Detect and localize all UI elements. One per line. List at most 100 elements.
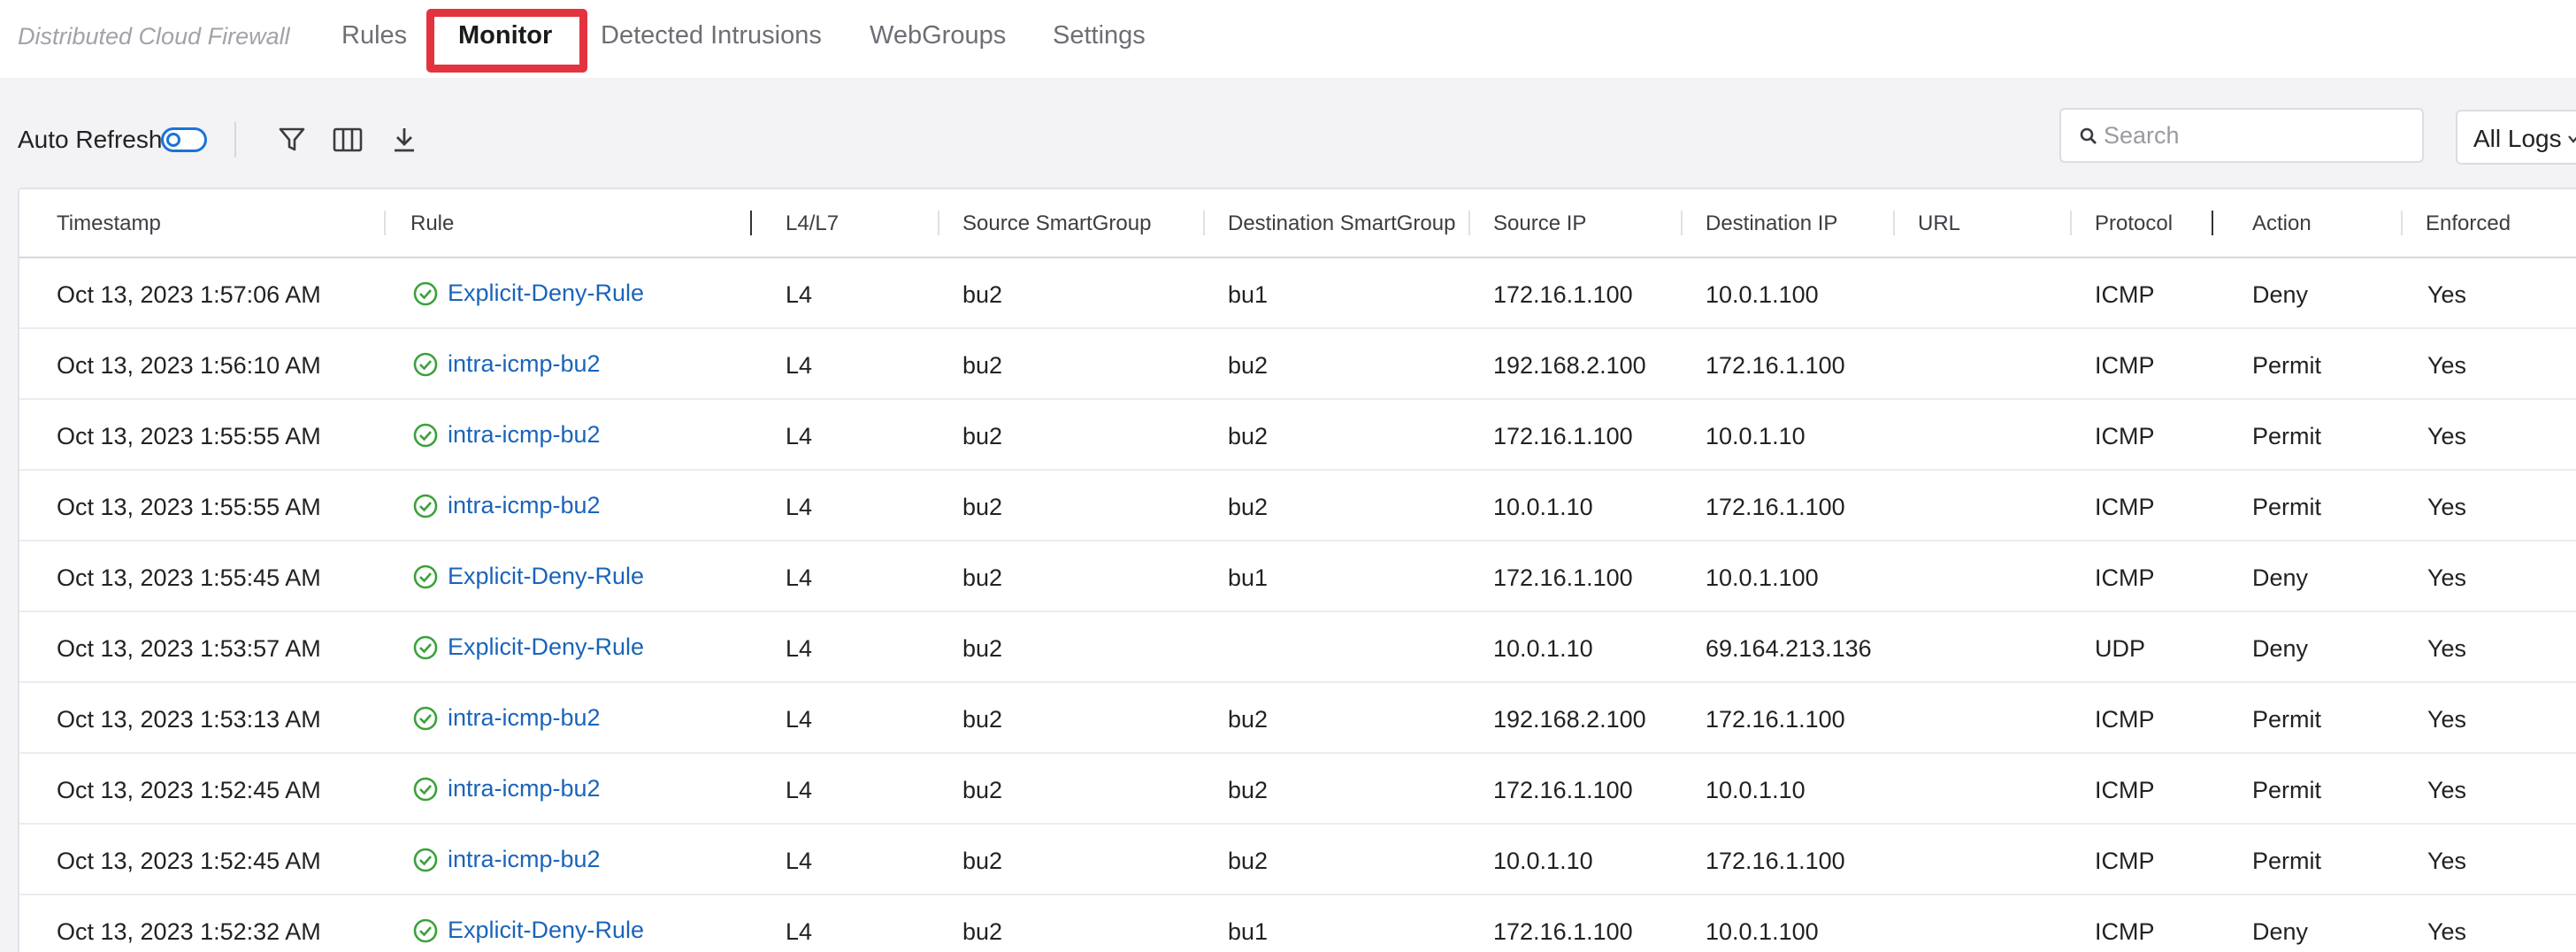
column-header-layer[interactable]: L4/L7 [786, 211, 839, 236]
column-header-destination-smartgroup[interactable]: Destination SmartGroup [1228, 211, 1455, 236]
tab-settings[interactable]: Settings [1053, 21, 1146, 50]
enforced-cell: Yes [2427, 281, 2467, 308]
tab-webgroups[interactable]: WebGroups [870, 21, 1006, 50]
table-row[interactable]: Oct 13, 2023 1:53:13 AM intra-icmp-bu2 L… [19, 683, 2576, 754]
timestamp-cell: Oct 13, 2023 1:52:32 AM [57, 918, 321, 945]
rule-link[interactable]: intra-icmp-bu2 [448, 846, 601, 873]
column-header-protocol[interactable]: Protocol [2095, 211, 2173, 236]
search-field[interactable] [2059, 108, 2424, 163]
rule-link[interactable]: intra-icmp-bu2 [448, 350, 601, 378]
enforced-cell: Yes [2427, 423, 2467, 449]
rule-cell: intra-icmp-bu2 [412, 704, 601, 732]
column-header-timestamp[interactable]: Timestamp [57, 211, 161, 236]
timestamp-cell: Oct 13, 2023 1:52:45 AM [57, 848, 321, 874]
check-circle-icon [413, 352, 438, 376]
check-circle-icon [413, 423, 438, 447]
column-divider [1893, 211, 1895, 235]
column-header-action[interactable]: Action [2252, 211, 2312, 236]
destination-ip-cell: 69.164.213.136 [1706, 635, 1872, 662]
column-resize-handle[interactable] [750, 211, 752, 235]
table-row[interactable]: Oct 13, 2023 1:53:57 AM Explicit-Deny-Ru… [19, 612, 2576, 683]
timestamp-cell: Oct 13, 2023 1:55:55 AM [57, 423, 321, 449]
column-header-enforced[interactable]: Enforced [2426, 211, 2511, 236]
table-row[interactable]: Oct 13, 2023 1:55:55 AM intra-icmp-bu2 L… [19, 400, 2576, 471]
rule-cell: intra-icmp-bu2 [412, 492, 601, 519]
rule-cell: Explicit-Deny-Rule [412, 280, 644, 307]
destination-smartgroup-cell: bu2 [1228, 777, 1269, 803]
rule-link[interactable]: Explicit-Deny-Rule [448, 633, 644, 661]
rule-link[interactable]: intra-icmp-bu2 [448, 421, 601, 449]
enforced-cell: Yes [2427, 352, 2467, 379]
source-smartgroup-cell: bu2 [962, 777, 1003, 803]
source-ip-cell: 172.16.1.100 [1493, 281, 1633, 308]
enforced-cell: Yes [2427, 777, 2467, 803]
source-smartgroup-cell: bu2 [962, 281, 1003, 308]
column-divider [2070, 211, 2072, 235]
table-row[interactable]: Oct 13, 2023 1:56:10 AM intra-icmp-bu2 L… [19, 329, 2576, 400]
auto-refresh-label: Auto Refresh [18, 126, 163, 153]
action-cell: Deny [2252, 918, 2309, 945]
tab-rules[interactable]: Rules [341, 21, 407, 50]
column-header-url[interactable]: URL [1918, 211, 1960, 236]
protocol-cell: UDP [2095, 635, 2146, 662]
filter-icon[interactable] [274, 122, 310, 157]
destination-smartgroup-cell: bu2 [1228, 494, 1269, 520]
source-ip-cell: 10.0.1.10 [1493, 848, 1593, 874]
rule-link[interactable]: intra-icmp-bu2 [448, 492, 601, 519]
layer-cell: L4 [786, 352, 813, 379]
table-row[interactable]: Oct 13, 2023 1:55:45 AM Explicit-Deny-Ru… [19, 541, 2576, 612]
column-header-rule[interactable]: Rule [410, 211, 454, 236]
auto-refresh-toggle[interactable] [161, 127, 207, 152]
enforced-cell: Yes [2427, 706, 2467, 733]
protocol-cell: ICMP [2095, 352, 2155, 379]
search-input[interactable] [2104, 119, 2413, 152]
column-divider [384, 211, 386, 235]
rule-cell: intra-icmp-bu2 [412, 846, 601, 873]
column-divider [938, 211, 939, 235]
rule-link[interactable]: Explicit-Deny-Rule [448, 917, 644, 944]
action-cell: Permit [2252, 777, 2322, 803]
layer-cell: L4 [786, 494, 813, 520]
action-cell: Permit [2252, 494, 2322, 520]
app-title: Distributed Cloud Firewall [18, 23, 290, 50]
tab-detected-intrusions[interactable]: Detected Intrusions [601, 21, 822, 50]
destination-smartgroup-cell: bu1 [1228, 564, 1269, 591]
source-smartgroup-cell: bu2 [962, 494, 1003, 520]
destination-ip-cell: 10.0.1.100 [1706, 564, 1819, 591]
timestamp-cell: Oct 13, 2023 1:57:06 AM [57, 281, 321, 308]
timestamp-cell: Oct 13, 2023 1:55:55 AM [57, 494, 321, 520]
table-row[interactable]: Oct 13, 2023 1:52:45 AM intra-icmp-bu2 L… [19, 754, 2576, 825]
column-header-source-ip[interactable]: Source IP [1493, 211, 1586, 236]
destination-smartgroup-cell: bu1 [1228, 281, 1269, 308]
source-ip-cell: 172.16.1.100 [1493, 777, 1633, 803]
destination-smartgroup-cell: bu2 [1228, 706, 1269, 733]
source-ip-cell: 10.0.1.10 [1493, 635, 1593, 662]
log-filter-value: All Logs [2473, 125, 2562, 152]
check-circle-icon [413, 281, 438, 305]
enforced-cell: Yes [2427, 494, 2467, 520]
destination-ip-cell: 10.0.1.10 [1706, 423, 1806, 449]
timestamp-cell: Oct 13, 2023 1:53:57 AM [57, 635, 321, 662]
table-row[interactable]: Oct 13, 2023 1:52:45 AM intra-icmp-bu2 L… [19, 825, 2576, 895]
table-row[interactable]: Oct 13, 2023 1:52:32 AM Explicit-Deny-Ru… [19, 895, 2576, 952]
layer-cell: L4 [786, 848, 813, 874]
column-header-destination-ip[interactable]: Destination IP [1706, 211, 1837, 236]
table-header: Timestamp Rule L4/L7 Source SmartGroup D… [19, 189, 2576, 258]
rule-link[interactable]: intra-icmp-bu2 [448, 775, 601, 802]
action-cell: Deny [2252, 635, 2309, 662]
log-filter-select[interactable]: All Logs [2456, 110, 2576, 165]
columns-icon[interactable] [330, 122, 365, 157]
rule-link[interactable]: Explicit-Deny-Rule [448, 280, 644, 307]
column-header-source-smartgroup[interactable]: Source SmartGroup [962, 211, 1151, 236]
rule-cell: Explicit-Deny-Rule [412, 917, 644, 944]
enforced-cell: Yes [2427, 635, 2467, 662]
column-divider [2401, 211, 2403, 235]
rule-link[interactable]: Explicit-Deny-Rule [448, 563, 644, 590]
download-icon[interactable] [387, 122, 422, 157]
table-row[interactable]: Oct 13, 2023 1:55:55 AM intra-icmp-bu2 L… [19, 471, 2576, 541]
destination-ip-cell: 172.16.1.100 [1706, 706, 1845, 733]
rule-link[interactable]: intra-icmp-bu2 [448, 704, 601, 732]
column-resize-handle[interactable] [2212, 211, 2213, 235]
table-row[interactable]: Oct 13, 2023 1:57:06 AM Explicit-Deny-Ru… [19, 258, 2576, 329]
destination-ip-cell: 10.0.1.100 [1706, 918, 1819, 945]
